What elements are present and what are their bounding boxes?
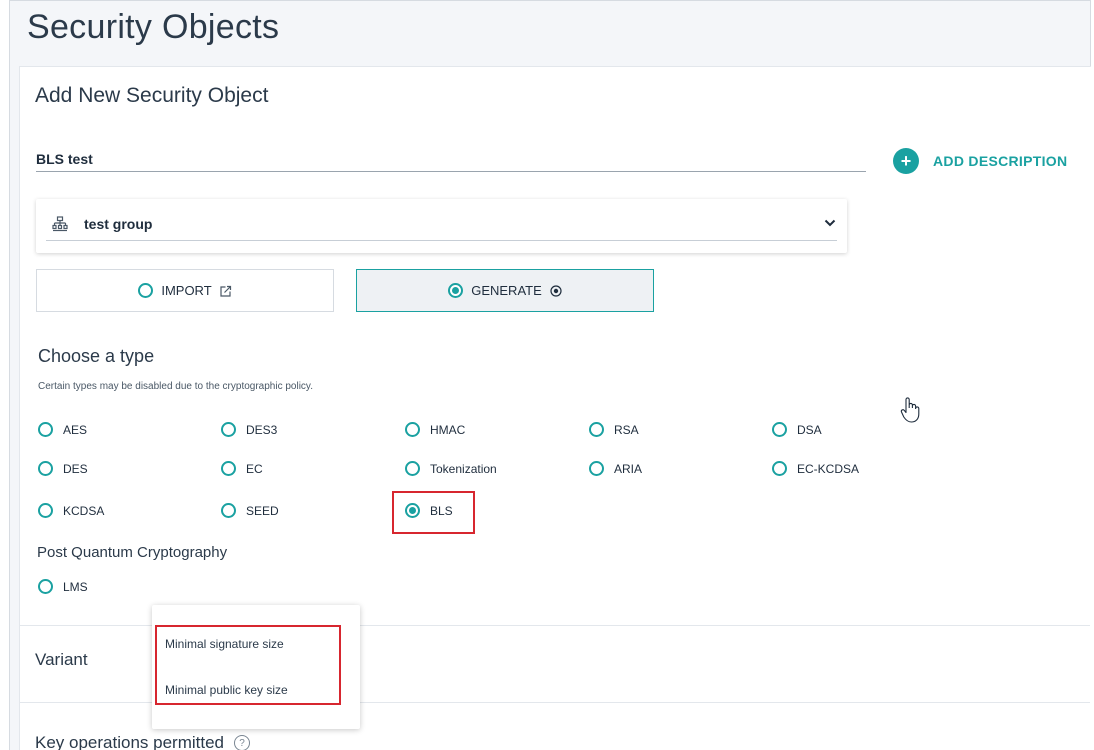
type-option-aria[interactable]: ARIA	[589, 461, 642, 476]
type-option-seed[interactable]: SEED	[221, 503, 279, 518]
help-icon[interactable]: ?	[234, 735, 250, 750]
type-option-ec[interactable]: EC	[221, 461, 263, 476]
type-option-des3[interactable]: DES3	[221, 422, 277, 437]
type-label: LMS	[63, 579, 88, 594]
page-title: Security Objects	[27, 8, 280, 46]
type-label: RSA	[614, 422, 639, 437]
add-description-button[interactable]: + ADD DESCRIPTION	[893, 148, 1067, 174]
type-radio[interactable]	[38, 579, 53, 594]
key-operations-heading: Key operations permitted ?	[35, 733, 250, 750]
group-value: test group	[84, 215, 153, 232]
type-option-kcdsa[interactable]: KCDSA	[38, 503, 104, 518]
choose-type-heading: Choose a type	[38, 346, 155, 366]
type-radio[interactable]	[589, 422, 604, 437]
import-icon	[220, 285, 231, 297]
type-label: DES3	[246, 422, 278, 437]
generate-radio[interactable]	[448, 283, 464, 298]
type-option-rsa[interactable]: RSA	[589, 422, 639, 437]
type-option-dsa[interactable]: DSA	[772, 422, 822, 437]
type-radio[interactable]	[405, 422, 420, 437]
type-radio[interactable]	[405, 461, 420, 476]
type-option-tokenization[interactable]: Tokenization	[405, 461, 497, 476]
variant-heading: Variant	[35, 650, 88, 669]
type-label: KCDSA	[63, 503, 105, 518]
bls-highlight-box	[392, 491, 475, 534]
generate-label: GENERATE	[471, 283, 542, 298]
type-label: DES	[63, 461, 88, 476]
type-radio[interactable]	[221, 461, 236, 476]
card-title: Add New Security Object	[35, 84, 269, 107]
group-select[interactable]: test group	[36, 199, 847, 253]
type-label: AES	[63, 422, 88, 437]
type-label: SEED	[246, 503, 279, 518]
type-radio[interactable]	[38, 461, 53, 476]
type-label: EC-KCDSA	[797, 461, 860, 476]
pqc-heading: Post Quantum Cryptography	[37, 544, 228, 561]
plus-circle-icon: +	[893, 148, 919, 174]
chevron-down-icon[interactable]	[823, 216, 837, 230]
type-label: DSA	[797, 422, 822, 437]
variant-highlight-box	[155, 625, 341, 705]
choose-type-note: Certain types may be disabled due to the…	[38, 381, 313, 392]
type-option-hmac[interactable]: HMAC	[405, 422, 465, 437]
type-label: EC	[246, 461, 263, 476]
import-label: IMPORT	[161, 283, 212, 298]
generate-icon	[550, 284, 562, 297]
generate-mode-button[interactable]: GENERATE	[356, 269, 654, 312]
object-name-input[interactable]	[36, 146, 866, 172]
add-description-label: ADD DESCRIPTION	[933, 153, 1068, 169]
type-option-lms[interactable]: LMS	[38, 579, 88, 594]
type-option-des[interactable]: DES	[38, 461, 88, 476]
type-label: Tokenization	[430, 461, 497, 476]
type-radio[interactable]	[589, 461, 604, 476]
org-chart-icon	[52, 215, 68, 231]
type-label: HMAC	[430, 422, 466, 437]
type-radio[interactable]	[38, 422, 53, 437]
import-mode-button[interactable]: IMPORT	[36, 269, 334, 312]
type-option-aes[interactable]: AES	[38, 422, 87, 437]
type-option-ec-kcdsa[interactable]: EC-KCDSA	[772, 461, 859, 476]
import-radio[interactable]	[138, 283, 154, 298]
type-radio[interactable]	[772, 422, 787, 437]
type-radio[interactable]	[221, 422, 236, 437]
key-operations-label: Key operations permitted	[35, 733, 224, 750]
hand-cursor-icon	[900, 397, 920, 423]
type-radio[interactable]	[38, 503, 53, 518]
type-radio[interactable]	[221, 503, 236, 518]
type-radio[interactable]	[772, 461, 787, 476]
type-label: ARIA	[614, 461, 643, 476]
